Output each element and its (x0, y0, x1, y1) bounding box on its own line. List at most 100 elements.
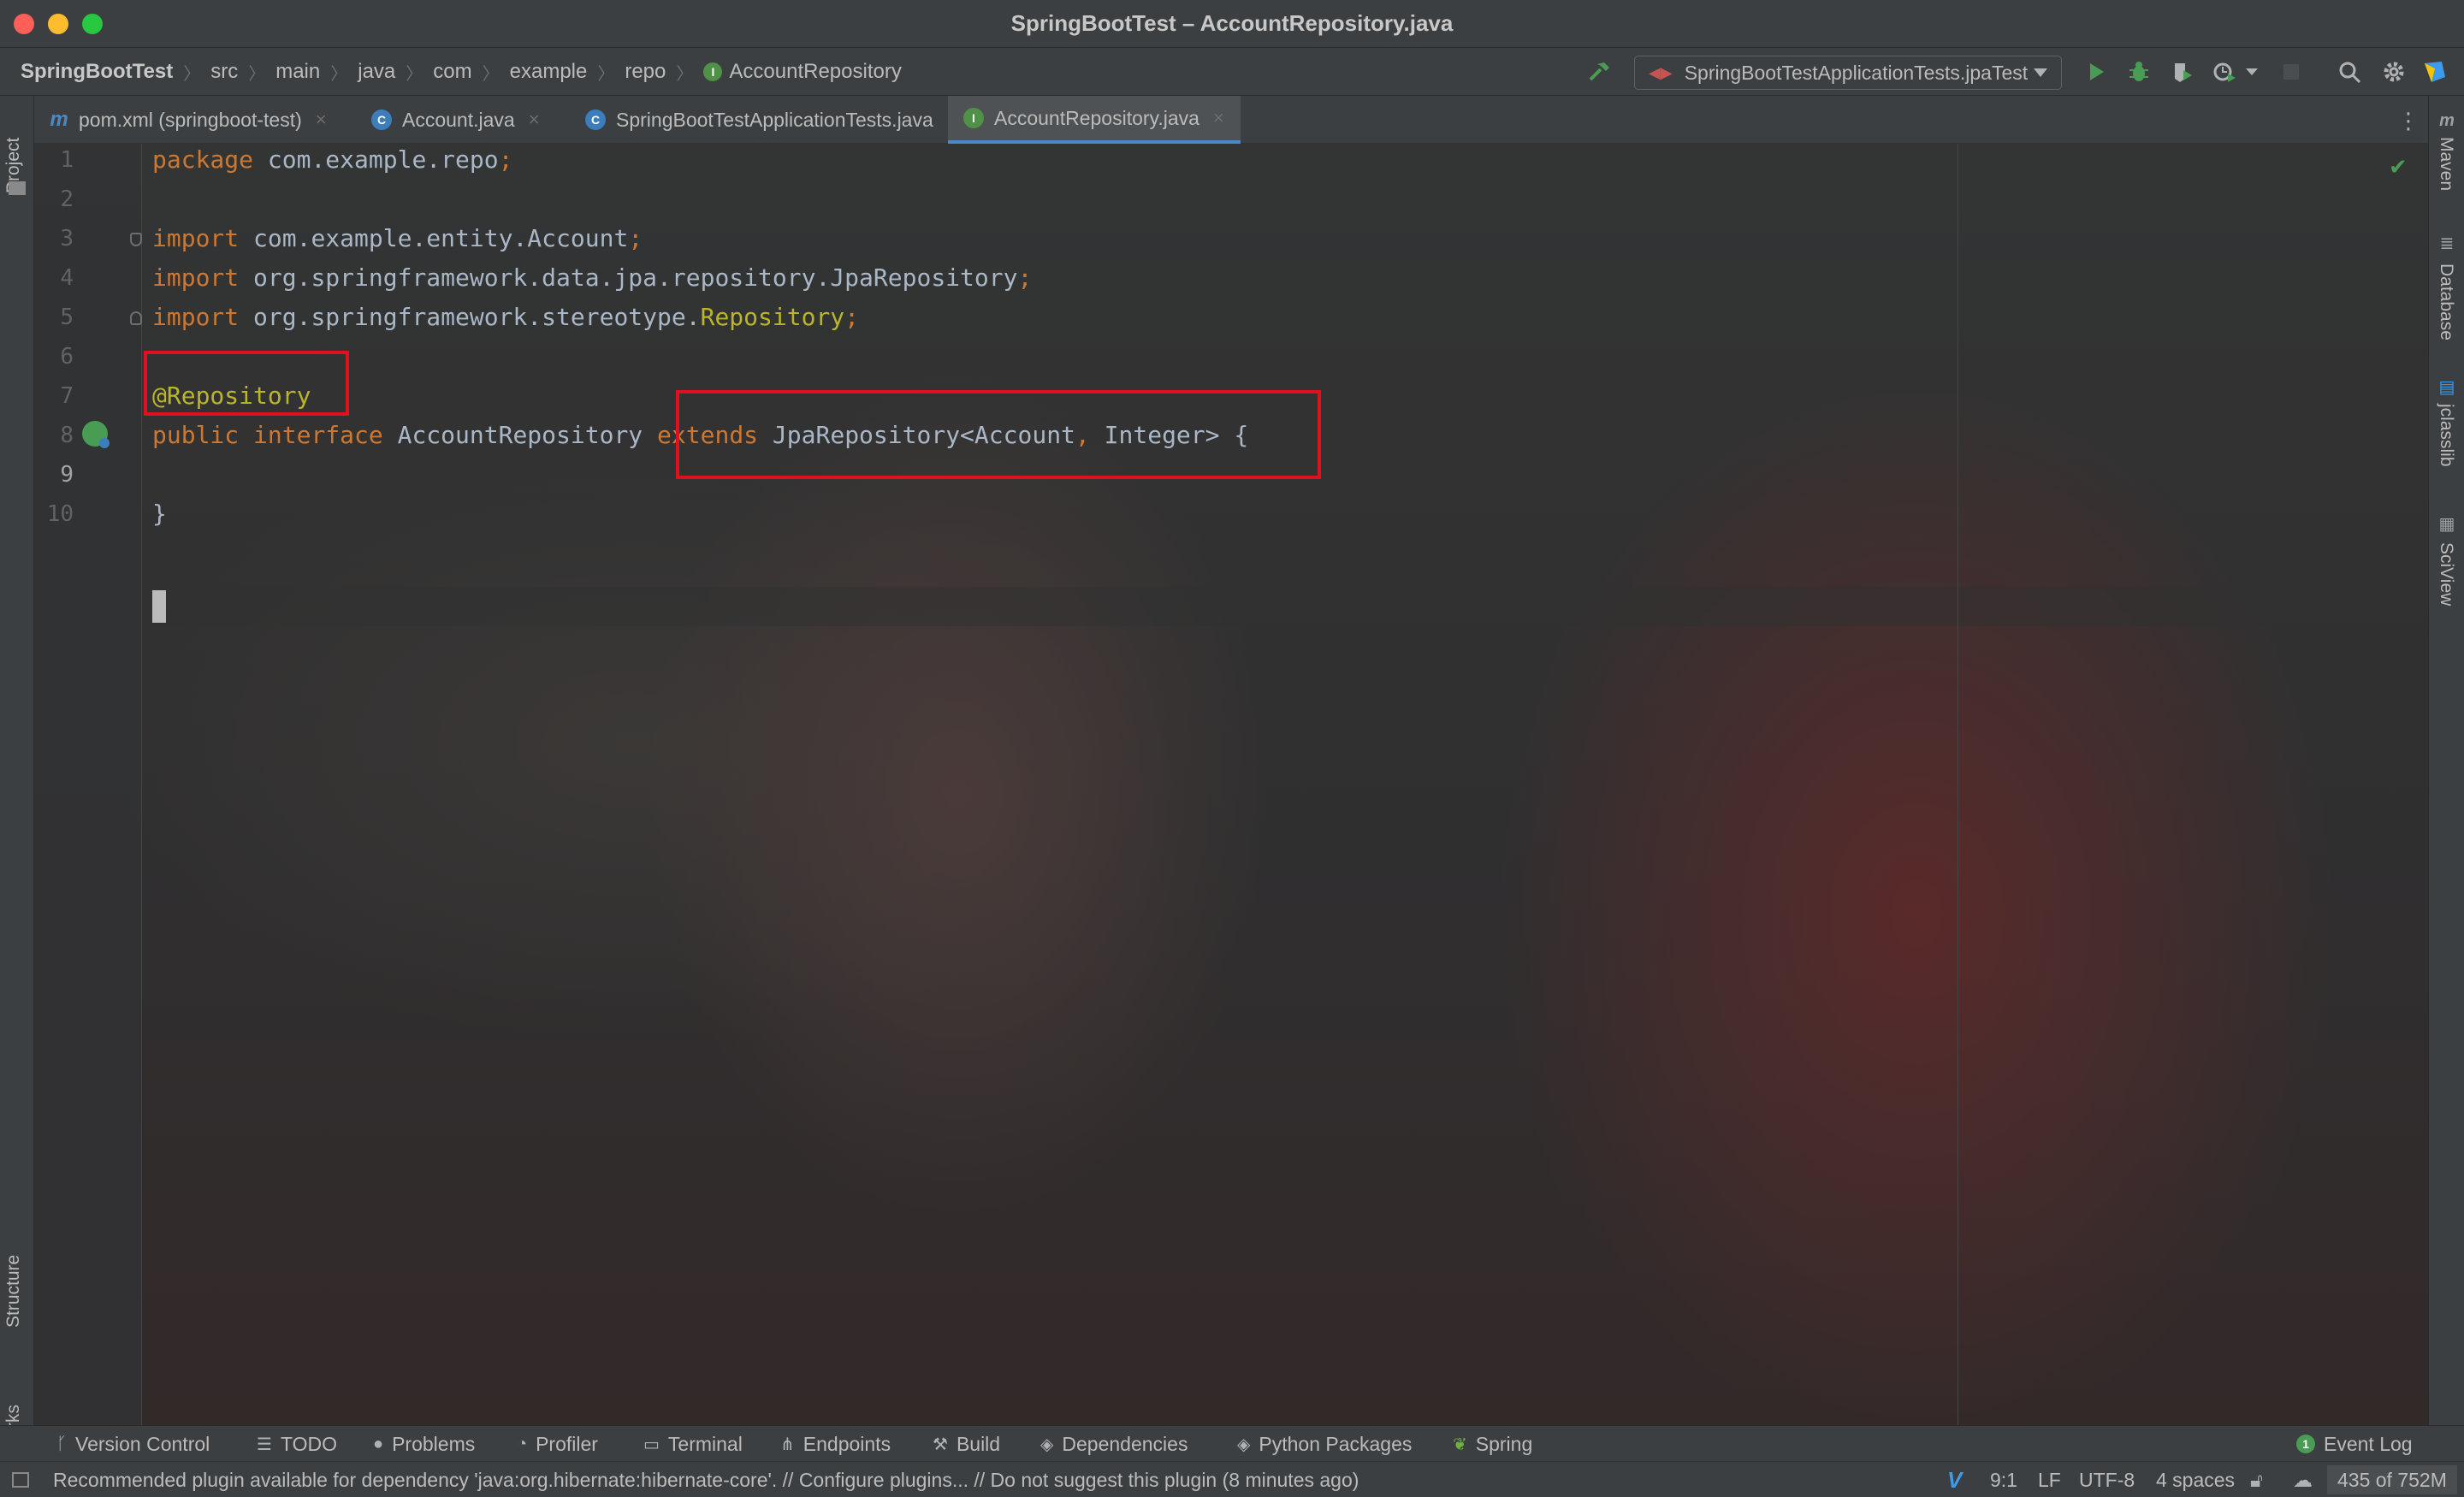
code-line-1: package com.example.repo; (152, 144, 512, 180)
semicolon: ; (844, 303, 860, 331)
tool-todo[interactable]: ☰ TODO (257, 1426, 337, 1462)
test-config-icon: ◀▶ (1649, 63, 1673, 81)
semicolon: ; (628, 224, 643, 252)
maven-tool-tab[interactable]: Maven (2436, 137, 2456, 191)
left-tool-strip: Project Structure Bookmarks (0, 96, 34, 1494)
breadcrumb-separator-icon: 〉 (330, 64, 348, 84)
tool-dependencies[interactable]: ◈ Dependencies (1040, 1426, 1188, 1462)
close-icon[interactable]: × (316, 109, 327, 131)
jclasslib-tool-tab[interactable]: jclasslib (2436, 404, 2456, 467)
import-path: org.springframework.data.jpa.repository.… (239, 263, 1018, 292)
fold-marker-icon[interactable] (130, 233, 142, 246)
title-bar: SpringBootTest – AccountRepository.java (0, 0, 2464, 48)
right-tool-strip: m Maven ≣ Database ▤ jclasslib ▦ SciView (2428, 96, 2464, 1425)
caret-position[interactable]: 9:1 (1990, 1462, 2017, 1497)
breadcrumb-main[interactable]: main (275, 60, 320, 84)
indent-setting[interactable]: 4 spaces (2156, 1462, 2235, 1497)
jetbrains-toolbox-icon[interactable] (2420, 56, 2450, 87)
more-vertical-icon[interactable]: ⋮ (2396, 108, 2421, 134)
layers-icon: ◈ (1237, 1435, 1251, 1454)
run-configuration-selector[interactable]: ◀▶ SpringBootTestApplicationTests.jpaTes… (1634, 56, 2062, 90)
tool-label: Version Control (75, 1432, 210, 1455)
coverage-icon[interactable] (2166, 56, 2197, 87)
tool-label: Dependencies (1062, 1432, 1188, 1455)
hammer-icon: ⚒ (933, 1435, 948, 1454)
chevron-down-icon[interactable] (2242, 56, 2262, 87)
structure-tool-tab[interactable]: Structure (3, 1216, 24, 1328)
database-tool-tab[interactable]: Database (2436, 263, 2456, 340)
vim-mode-indicator[interactable]: V (1947, 1462, 1962, 1497)
breadcrumb-example[interactable]: example (510, 60, 588, 84)
window-title: SpringBootTest – AccountRepository.java (1010, 10, 1454, 36)
git-status-icon[interactable]: ☁︎ (2293, 1462, 2313, 1497)
sciview-tool-tab[interactable]: SciView (2436, 542, 2456, 606)
debug-icon[interactable] (2123, 56, 2154, 87)
breadcrumb-com[interactable]: com (433, 60, 471, 84)
tab-label: pom.xml (springboot-test) (79, 108, 302, 131)
inspection-ok-check-icon[interactable]: ✔ (2389, 154, 2408, 180)
breadcrumb-project[interactable]: SpringBootTest (21, 60, 173, 84)
tab-account-java[interactable]: C Account.java × (356, 96, 570, 144)
gear-icon[interactable] (2378, 56, 2409, 87)
code-editor[interactable]: 1 2 3 4 5 6 7 8 9 10 package com.example… (34, 144, 2428, 1425)
lock-icon[interactable]: 🔓︎ (2250, 1462, 2263, 1497)
tool-windows-toggle-icon[interactable] (12, 1472, 29, 1488)
keyword: import (152, 303, 240, 331)
tab-accountrepository-java[interactable]: I AccountRepository.java × (948, 96, 1241, 144)
editor-gutter: 1 2 3 4 5 6 7 8 9 10 (34, 144, 142, 1425)
breadcrumb-current[interactable]: AccountRepository (729, 60, 901, 84)
status-message[interactable]: Recommended plugin available for depende… (53, 1462, 1359, 1497)
tab-springboottestapplicationtests-java[interactable]: C SpringBootTestApplicationTests.java × (570, 96, 972, 144)
tool-endpoints[interactable]: ⋔ Endpoints (780, 1426, 891, 1462)
breadcrumb-separator-icon: 〉 (676, 64, 694, 84)
tool-build[interactable]: ⚒ Build (933, 1426, 1000, 1462)
current-line-highlight (34, 587, 2428, 626)
run-icon[interactable] (2081, 56, 2112, 87)
terminal-icon: ▭ (643, 1435, 660, 1454)
tool-terminal[interactable]: ▭ Terminal (643, 1426, 743, 1462)
line-number: 3 (60, 226, 74, 251)
build-hammer-icon[interactable] (1584, 56, 1615, 87)
line-number: 2 (60, 186, 74, 212)
memory-indicator[interactable]: 435 of 752M (2327, 1465, 2457, 1494)
breadcrumb-src[interactable]: src (210, 60, 238, 84)
breadcrumb-separator-icon: 〉 (406, 64, 424, 84)
tab-label: Account.java (402, 108, 515, 131)
line-separator[interactable]: LF (2038, 1462, 2061, 1497)
profile-icon[interactable] (2209, 56, 2240, 87)
file-encoding[interactable]: UTF-8 (2079, 1462, 2135, 1497)
line-number: 4 (60, 265, 74, 291)
line-number: 7 (60, 383, 74, 409)
close-icon[interactable]: × (529, 109, 540, 131)
tool-label: Spring (1475, 1432, 1533, 1455)
keyword: interface (253, 421, 383, 449)
editor-tab-bar: m pom.xml (springboot-test) × C Account.… (34, 96, 2428, 144)
endpoints-icon: ⋔ (780, 1435, 795, 1454)
maven-icon: m (2439, 111, 2455, 130)
tool-python-packages[interactable]: ◈ Python Packages (1237, 1426, 1412, 1462)
profiler-icon: ◔ (517, 1434, 528, 1453)
tab-pom-xml[interactable]: m pom.xml (springboot-test) × (34, 96, 356, 144)
semicolon: ; (498, 145, 513, 174)
breadcrumb-separator-icon: 〉 (183, 64, 201, 84)
tool-profiler[interactable]: ◔ Profiler (517, 1426, 598, 1462)
package-name: com.example.repo (253, 145, 499, 174)
project-tool-tab[interactable]: Project (3, 108, 24, 193)
search-icon[interactable] (2334, 56, 2365, 87)
tool-problems[interactable]: ● Problems (373, 1426, 475, 1462)
tool-label: Event Log (2324, 1432, 2413, 1455)
breadcrumb-java[interactable]: java (358, 60, 395, 84)
stop-icon[interactable] (2276, 56, 2307, 87)
tool-event-log[interactable]: 1 Event Log (2296, 1426, 2413, 1462)
tool-spring[interactable]: ❦ Spring (1453, 1426, 1532, 1462)
tool-label: TODO (280, 1432, 337, 1455)
class-icon: C (585, 109, 606, 130)
tool-label: Python Packages (1259, 1432, 1413, 1455)
close-icon[interactable]: × (1213, 107, 1224, 129)
fold-marker-icon[interactable] (130, 311, 142, 325)
annotation-highlight-box (144, 351, 349, 416)
tool-version-control[interactable]: ᚴ Version Control (56, 1426, 210, 1462)
breadcrumb-repo[interactable]: repo (625, 60, 666, 84)
implementations-gutter-icon[interactable] (82, 421, 110, 448)
tool-label: Problems (392, 1432, 476, 1455)
